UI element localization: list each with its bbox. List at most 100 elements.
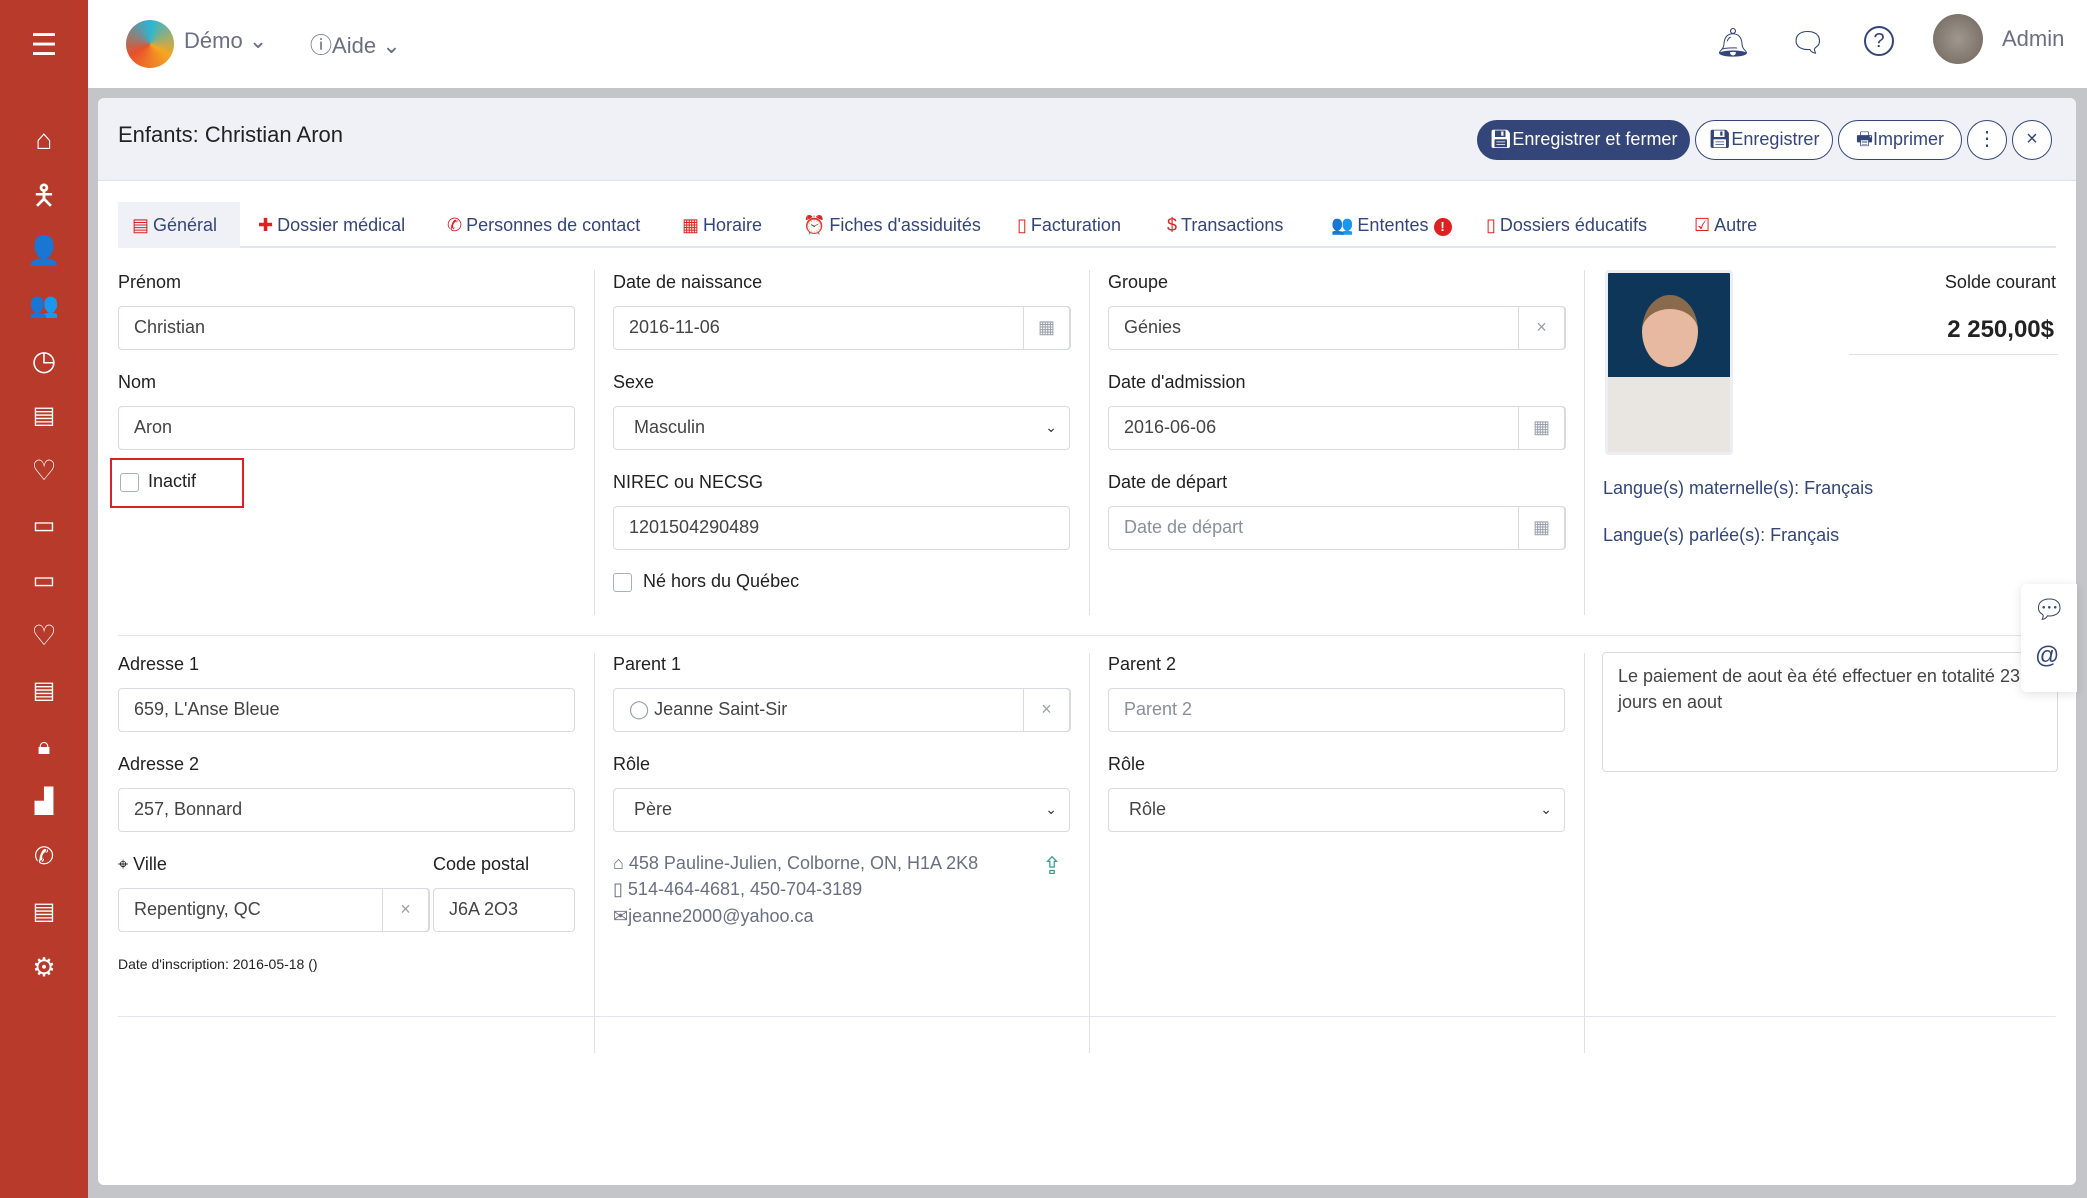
clear-icon[interactable]: × <box>1517 305 1566 350</box>
person-icon[interactable]: 👤 <box>24 231 64 271</box>
home-icon[interactable]: ⌂ <box>24 120 64 160</box>
lock-icon[interactable]: 🔒︎ <box>24 727 64 767</box>
tab-label: Général <box>153 215 218 235</box>
save-close-label: Enregistrer et fermer <box>1512 129 1678 149</box>
calendar-icon[interactable]: ▦ <box>1517 405 1566 450</box>
chevron-down-icon: ⌄ <box>248 28 268 53</box>
parent2-input[interactable]: Parent 2 <box>1108 688 1565 732</box>
child-photo[interactable] <box>1605 270 1733 455</box>
alert-icon: ! <box>1433 218 1452 236</box>
naissance-input[interactable]: 2016-11-06 ▦ <box>613 305 1071 350</box>
langue-parlee: Langue(s) parlée(s): Français <box>1603 525 1840 545</box>
tab-general[interactable]: ▤ Général <box>118 202 240 248</box>
video-icon[interactable]: ▭ <box>24 561 64 601</box>
bell-icon[interactable]: 🔔︎ <box>1715 26 1751 59</box>
speech-bubble-icon: ◯ <box>629 699 650 719</box>
more-options-button[interactable]: ⋮ <box>1967 120 2007 160</box>
tab-horaire[interactable]: ▦ Horaire <box>668 202 776 248</box>
analytics-icon[interactable]: ▤ <box>24 892 64 932</box>
solde-value: 2 250,00$ <box>1947 316 2054 343</box>
tab-label: Horaire <box>703 215 763 235</box>
cloud-upload-icon[interactable]: ⇪ <box>1042 852 1062 881</box>
save-close-button[interactable]: 💾︎Enregistrer et fermer <box>1477 120 1690 160</box>
solde-label: Solde courant <box>1944 272 2056 292</box>
inactif-checkbox[interactable] <box>120 473 139 492</box>
ville-label-text: Ville <box>133 854 167 874</box>
at-icon[interactable]: @ <box>2035 642 2059 670</box>
mobile-icon: ▯ <box>613 879 623 899</box>
admission-input[interactable]: 2016-06-06 ▦ <box>1108 405 1566 450</box>
divider <box>1089 653 1090 1053</box>
adresse1-input[interactable]: 659, L'Anse Bleue <box>118 688 575 732</box>
calendar-icon[interactable]: ▦ <box>1022 305 1071 350</box>
help-icon[interactable]: ? <box>1864 26 1894 56</box>
heart-outline-icon[interactable]: ♡ <box>24 616 64 656</box>
avatar[interactable] <box>1933 14 1983 64</box>
group-icon[interactable]: 👥 <box>24 286 64 326</box>
naissance-value: 2016-11-06 <box>629 317 720 337</box>
tab-dossier-medical[interactable]: ✚ Dossier médical <box>244 202 419 248</box>
parent1-input[interactable]: ◯ Jeanne Saint-Sir × <box>613 687 1071 732</box>
help-dropdown[interactable]: ⓘAide ⌄ <box>310 28 401 60</box>
close-button[interactable]: × <box>2012 120 2052 160</box>
report-icon[interactable]: ▤ <box>24 396 64 436</box>
panel-header: Enfants: Christian Aron 💾︎Enregistrer et… <box>98 98 2076 181</box>
role1-value: Père <box>634 799 673 819</box>
heart-icon[interactable]: ♡ <box>24 451 64 491</box>
save-button[interactable]: 💾︎Enregistrer <box>1695 120 1833 160</box>
sexe-select[interactable]: Masculin ⌄ <box>613 406 1070 450</box>
parent1-email-text[interactable]: jeanne2000@yahoo.ca <box>628 906 813 926</box>
note-textarea[interactable]: Le paiement de aout èa été effectuer en … <box>1602 652 2058 772</box>
parent1-email: ✉jeanne2000@yahoo.ca <box>613 906 814 927</box>
groupe-input[interactable]: Génies × <box>1108 305 1566 350</box>
tab-label: Dossier médical <box>277 215 406 235</box>
role2-select[interactable]: Rôle ⌄ <box>1108 788 1565 832</box>
ville-input[interactable]: Repentigny, QC × <box>118 887 430 932</box>
divider <box>1089 270 1090 615</box>
list-icon: ▤ <box>132 215 150 235</box>
depart-input[interactable]: Date de départ ▦ <box>1108 505 1566 550</box>
save-label: Enregistrer <box>1731 129 1820 149</box>
tab-facturation[interactable]: ▯ Facturation <box>1003 202 1135 248</box>
clear-icon[interactable]: × <box>1022 687 1071 732</box>
phone-icon[interactable]: ✆ <box>24 837 64 877</box>
clock-icon[interactable]: ◷ <box>24 341 64 381</box>
nirec-input[interactable]: 1201504290489 <box>613 506 1070 550</box>
org-dropdown[interactable]: Démo ⌄ <box>184 28 267 54</box>
cp-input[interactable]: J6A 2O3 <box>433 888 575 932</box>
adresse2-label: Adresse 2 <box>118 754 200 774</box>
chat-bubble-icon[interactable]: 💬︎ <box>2033 594 2066 625</box>
admission-value: 2016-06-06 <box>1124 417 1217 437</box>
phone-icon: ✆ <box>447 215 463 235</box>
chevron-down-icon: ⌄ <box>1045 801 1057 817</box>
menu-icon[interactable]: ☰ <box>24 26 64 66</box>
building-icon[interactable]: ▟ <box>24 782 64 822</box>
photo-face <box>1642 295 1698 367</box>
calendar-icon[interactable]: ▦ <box>1517 505 1566 550</box>
ville-label: ⌖ Ville <box>118 854 167 875</box>
role1-select[interactable]: Père ⌄ <box>613 788 1070 832</box>
tab-label: Dossiers éducatifs <box>1499 215 1647 235</box>
nom-input[interactable]: Aron <box>118 406 575 450</box>
clear-icon[interactable]: × <box>381 887 430 932</box>
adresse2-input[interactable]: 257, Bonnard <box>118 788 575 832</box>
settings-icon[interactable]: ⚙ <box>24 947 64 987</box>
chat-icon[interactable]: ▤ <box>24 671 64 711</box>
divider <box>594 270 595 615</box>
prenom-input[interactable]: Christian <box>118 306 575 350</box>
tab-ententes[interactable]: 👥 Ententes ! <box>1317 202 1466 248</box>
tab-autre[interactable]: ☑ Autre <box>1680 202 1771 248</box>
top-bar: Démo ⌄ ⓘAide ⌄ 🔔︎ 🗨 ? Admin <box>88 0 2087 88</box>
id-card-icon[interactable]: ▭ <box>24 506 64 546</box>
tab-transactions[interactable]: $ Transactions <box>1153 202 1297 248</box>
tab-dossiers-educatifs[interactable]: ▯ Dossiers éducatifs <box>1472 202 1661 248</box>
child-icon[interactable]: 🯅 <box>24 176 64 216</box>
message-icon[interactable]: 🗨 <box>1790 26 1826 59</box>
tab-fiches-assiduites[interactable]: ⏰ Fiches d'assiduités <box>789 202 995 248</box>
user-name[interactable]: Admin <box>2002 26 2064 52</box>
tab-personnes-contact[interactable]: ✆ Personnes de contact <box>433 202 654 248</box>
print-button[interactable]: 🖶Imprimer <box>1838 120 1962 160</box>
hors-quebec-checkbox[interactable] <box>613 573 632 592</box>
naissance-label: Date de naissance <box>613 272 763 292</box>
map-pin-icon: ⌖ <box>118 854 129 874</box>
